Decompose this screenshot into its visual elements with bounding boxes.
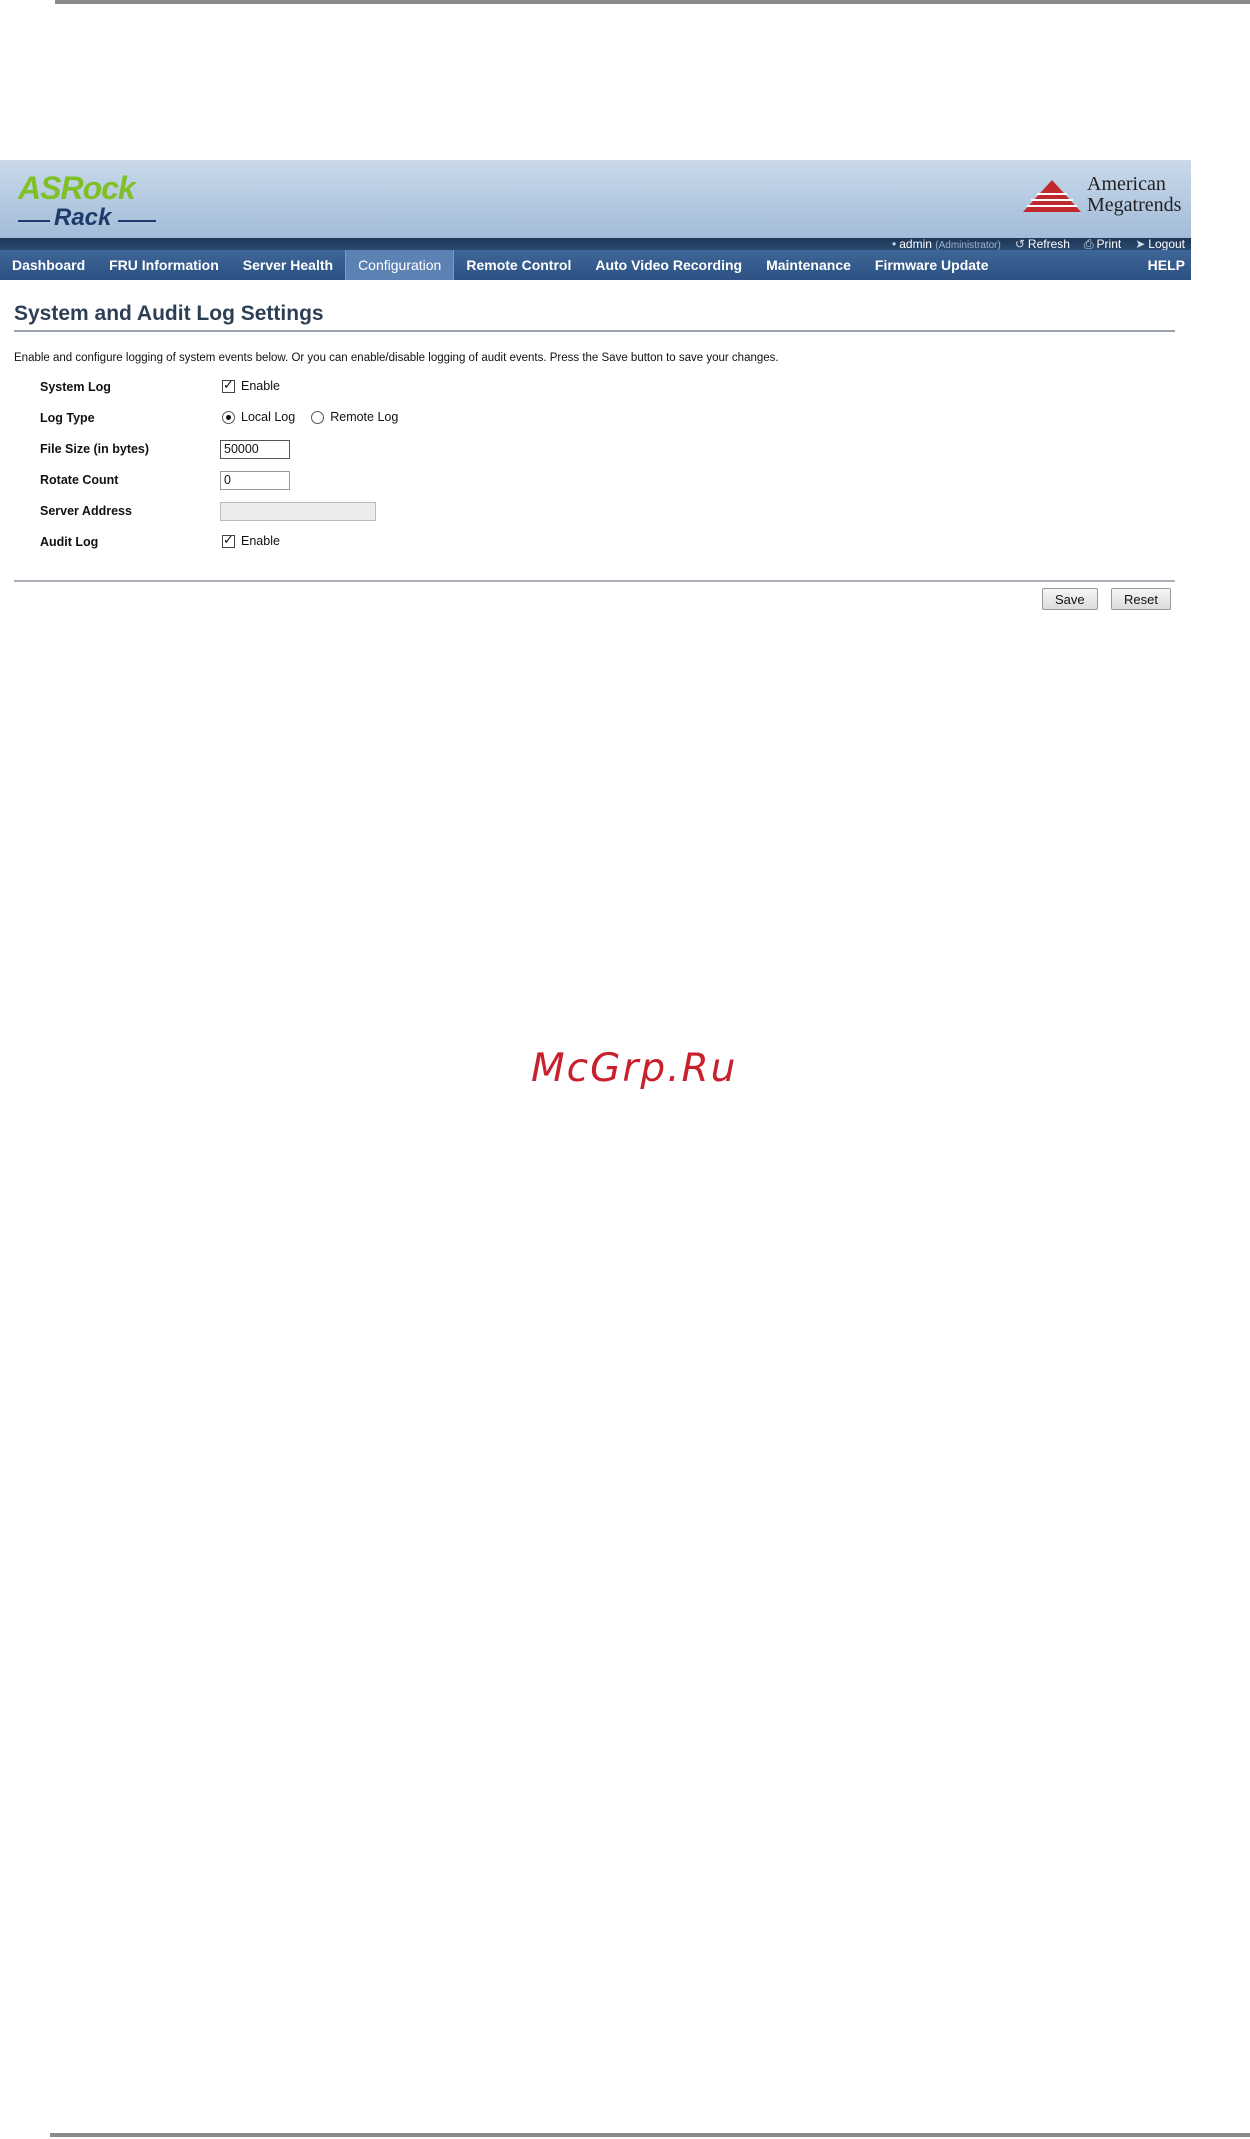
ami-line-1: American — [1087, 173, 1166, 195]
american-megatrends-logo: American Megatrends — [1021, 172, 1181, 222]
local-log-label: Local Log — [241, 410, 296, 424]
nav-dashboard[interactable]: Dashboard — [0, 250, 97, 280]
audit-log-label: Audit Log — [40, 535, 99, 549]
system-log-row: System Log Enable — [14, 376, 1177, 407]
page-description: Enable and configure logging of system e… — [14, 352, 779, 364]
logout-label: Logout — [1148, 237, 1185, 251]
refresh-icon: ↺ — [1014, 237, 1025, 251]
bottom-page-rule — [50, 2133, 1250, 2137]
refresh-label: Refresh — [1027, 237, 1070, 251]
system-log-checkbox[interactable] — [222, 377, 235, 393]
nav-help[interactable]: HELP — [1148, 250, 1185, 280]
file-size-label: File Size (in bytes) — [40, 442, 150, 456]
form-buttons: Save Reset — [14, 582, 1175, 622]
log-type-row: Log Type Local Log Remote Log — [14, 407, 1177, 438]
rotate-count-row: Rotate Count 0 — [14, 469, 1177, 500]
audit-log-checkbox[interactable] — [222, 532, 235, 548]
remote-log-radio[interactable] — [311, 410, 325, 424]
top-page-rule — [55, 0, 1250, 4]
log-type-label: Log Type — [40, 411, 95, 425]
log-settings-form: System Log Enable Log Type Local Log Rem… — [14, 376, 1177, 562]
rotate-count-label: Rotate Count — [40, 473, 119, 487]
page-content: System and Audit Log Settings Enable and… — [0, 302, 1191, 622]
bmc-web-app: ASRock Rack American Megatrends • admin (… — [0, 160, 1191, 780]
logo-rack-text: Rack — [54, 204, 112, 231]
save-button[interactable]: Save — [1042, 588, 1098, 610]
ami-triangle-icon — [1023, 180, 1081, 212]
local-log-radio[interactable] — [222, 410, 235, 424]
system-log-enable-label: Enable — [241, 379, 280, 393]
nav-maintenance[interactable]: Maintenance — [754, 250, 863, 280]
audit-log-enable-label: Enable — [241, 534, 280, 548]
system-log-label: System Log — [40, 380, 111, 394]
page-title: System and Audit Log Settings — [14, 302, 1175, 332]
user-bar: • admin (Administrator) ↺ Refresh ⎙ Print ➤… — [0, 237, 1191, 251]
remote-log-label: Remote Log — [330, 410, 399, 424]
header-banner: ASRock Rack American Megatrends — [0, 160, 1191, 238]
server-address-label: Server Address — [40, 504, 132, 518]
print-label: Print — [1096, 237, 1122, 251]
logo-line-left — [18, 220, 50, 222]
logout-icon: ➤ — [1135, 237, 1146, 251]
logo-line-right — [118, 220, 156, 222]
audit-log-row: Audit Log Enable — [14, 531, 1177, 562]
nav-firmware-update[interactable]: Firmware Update — [863, 250, 1001, 280]
bullet-icon: • — [892, 237, 897, 251]
main-nav: Dashboard FRU Information Server Health … — [0, 250, 1191, 280]
nav-remote-control[interactable]: Remote Control — [454, 250, 583, 280]
reset-button[interactable]: Reset — [1111, 588, 1171, 610]
server-address-input — [220, 502, 376, 521]
file-size-input[interactable]: 50000 — [220, 440, 290, 459]
user-name: admin — [899, 237, 932, 251]
ami-line-2: Megatrends — [1087, 194, 1182, 216]
rotate-count-input[interactable]: 0 — [220, 471, 290, 490]
nav-configuration[interactable]: Configuration — [345, 250, 455, 280]
nav-server-health[interactable]: Server Health — [231, 250, 345, 280]
ami-logo-text: American Megatrends — [1087, 174, 1181, 216]
watermark-text: McGrp.Ru — [531, 1046, 738, 1091]
server-address-row: Server Address — [14, 500, 1177, 531]
print-icon: ⎙ — [1083, 237, 1094, 251]
nav-fru-information[interactable]: FRU Information — [97, 250, 231, 280]
asrock-rack-logo: ASRock Rack — [16, 170, 166, 232]
nav-auto-video-recording[interactable]: Auto Video Recording — [583, 250, 754, 280]
file-size-row: File Size (in bytes) 50000 — [14, 438, 1177, 469]
logo-asrock-text: ASRock — [18, 170, 136, 206]
